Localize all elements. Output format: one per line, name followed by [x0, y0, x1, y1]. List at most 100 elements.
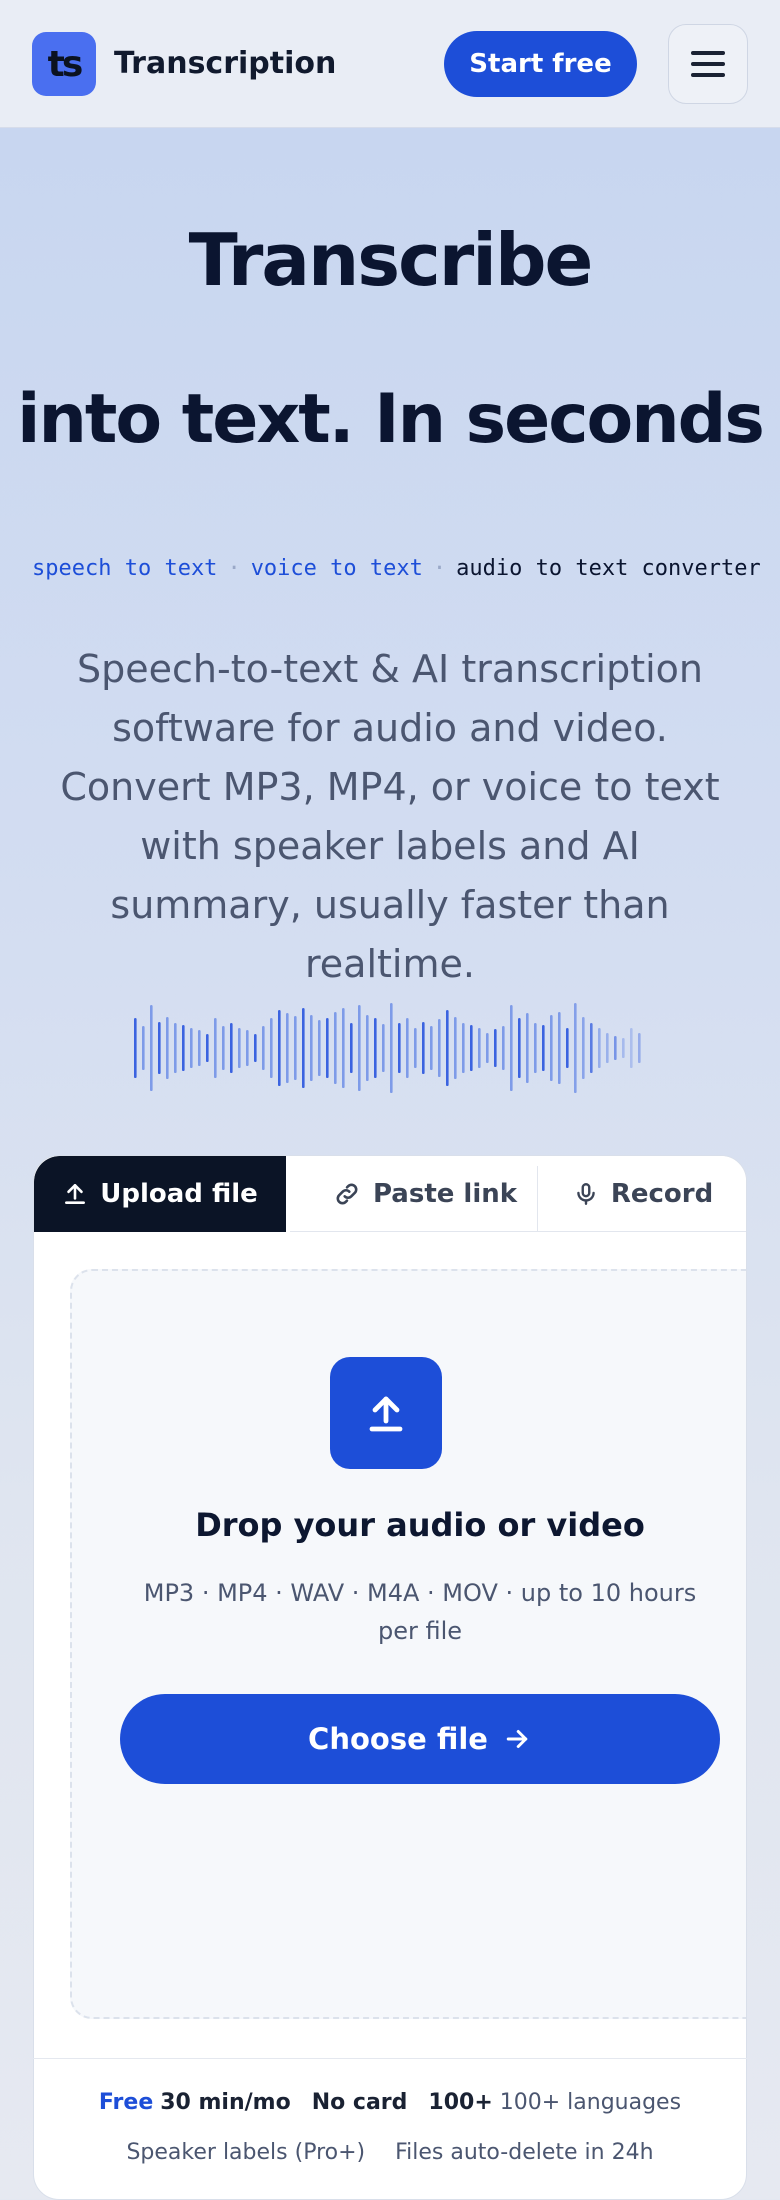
- feature-meta-row: Speaker labels (Pro+) Files auto-delete …: [33, 2140, 747, 2165]
- waveform-bar: [294, 1016, 297, 1080]
- tab-paste-link[interactable]: Paste link: [290, 1156, 560, 1232]
- waveform-bar: [262, 1026, 265, 1070]
- link-icon: [336, 1183, 358, 1204]
- waveform-graphic: [134, 1003, 641, 1093]
- waveform-bar: [542, 1025, 545, 1071]
- logo-icon[interactable]: ts: [32, 32, 96, 96]
- brand-name[interactable]: Transcription: [114, 46, 336, 81]
- waveform-bar: [166, 1017, 169, 1079]
- waveform-bar: [638, 1033, 641, 1063]
- plan-meta-row: Free 30 min/mo No card 100+ 100+ languag…: [33, 2090, 747, 2115]
- waveform-bar: [534, 1023, 537, 1073]
- waveform-bar: [350, 1023, 353, 1073]
- waveform-bar: [310, 1015, 313, 1081]
- waveform-bar: [470, 1025, 473, 1071]
- waveform-bar: [486, 1033, 489, 1063]
- waveform-bar: [374, 1018, 377, 1078]
- upload-icon: [65, 1184, 86, 1204]
- waveform-bar: [398, 1023, 401, 1073]
- tab-label: Upload file: [100, 1179, 258, 1209]
- waveform-bar: [238, 1028, 241, 1068]
- waveform-bar: [158, 1022, 161, 1074]
- waveform-bar: [206, 1034, 209, 1062]
- card-divider: [33, 2058, 747, 2059]
- keyword-separator: ·: [432, 556, 447, 581]
- start-free-button[interactable]: Start free: [444, 31, 637, 97]
- waveform-bar: [406, 1018, 409, 1078]
- waveform-bar: [630, 1028, 633, 1068]
- hero-title-line2: into text. In seconds: [17, 380, 765, 459]
- upload-card: Upload file Paste link Record: [33, 1155, 747, 2200]
- waveform-bar: [182, 1025, 185, 1071]
- choose-file-button[interactable]: Choose file: [120, 1694, 720, 1784]
- waveform-bar: [550, 1015, 553, 1081]
- waveform-bar: [214, 1018, 217, 1078]
- dropzone-title: Drop your audio or video: [195, 1506, 645, 1544]
- waveform-bar: [430, 1026, 433, 1070]
- waveform-bar: [390, 1003, 393, 1093]
- hamburger-menu-icon[interactable]: [668, 24, 748, 104]
- waveform-bar: [582, 1017, 585, 1079]
- waveform-bar: [302, 1008, 305, 1088]
- waveform-bar: [150, 1005, 153, 1091]
- waveform-bar: [558, 1012, 561, 1084]
- keyword-strip: speech to text · voice to text · audio to te…: [32, 556, 780, 581]
- waveform-bar: [222, 1026, 225, 1070]
- waveform-bar: [438, 1019, 441, 1077]
- dropzone-formats: MP3 · MP4 · WAV · M4A · MOV · up to 10 h…: [143, 1579, 697, 1645]
- waveform-bar: [326, 1018, 329, 1078]
- waveform-bar: [190, 1028, 193, 1068]
- upload-arrow-icon: [330, 1357, 442, 1469]
- waveform-bar: [606, 1033, 609, 1063]
- waveform-bar: [446, 1010, 449, 1086]
- waveform-bar: [502, 1026, 505, 1070]
- hero-subtitle: Speech-to-text & AI transcription softwa…: [60, 647, 720, 986]
- waveform-bar: [478, 1028, 481, 1068]
- waveform-bar: [414, 1028, 417, 1068]
- waveform-bar: [462, 1023, 465, 1073]
- waveform-bar: [270, 1018, 273, 1078]
- languages-text: 100+ languages: [499, 2090, 682, 2115]
- languages-count: 100+: [428, 2090, 493, 2115]
- waveform-bar: [366, 1015, 369, 1081]
- waveform-bar: [526, 1013, 529, 1083]
- tab-label: Record: [610, 1178, 714, 1209]
- waveform-bar: [134, 1018, 137, 1078]
- tab-label: Paste link: [372, 1178, 518, 1209]
- waveform-bar: [614, 1036, 617, 1060]
- waveform-bar: [566, 1028, 569, 1068]
- arrow-right-icon: [506, 1730, 528, 1748]
- waveform-bar: [278, 1010, 281, 1086]
- choose-file-label: Choose file: [308, 1722, 488, 1756]
- waveform-bar: [494, 1029, 497, 1067]
- waveform-bar: [142, 1026, 145, 1070]
- keyword-item: audio to text converter: [456, 556, 761, 581]
- free-label: Free: [98, 2090, 154, 2115]
- waveform-bar: [286, 1013, 289, 1083]
- waveform-bar: [382, 1024, 385, 1072]
- keyword-item: speech to text: [32, 556, 218, 581]
- waveform-bar: [422, 1022, 425, 1074]
- waveform-bar: [598, 1028, 601, 1068]
- free-minutes: 30 min/mo: [160, 2090, 291, 2115]
- keyword-item: voice to text: [250, 556, 423, 581]
- auto-delete-text: Files auto-delete in 24h: [395, 2140, 654, 2165]
- waveform-bar: [590, 1023, 593, 1073]
- waveform-bar: [230, 1023, 233, 1073]
- no-card-label: No card: [311, 2090, 408, 2115]
- input-tabs: Upload file Paste link Record: [34, 1156, 746, 1232]
- hero-title-line1: Transcribe: [188, 218, 594, 302]
- waveform-bar: [454, 1017, 457, 1079]
- waveform-bar: [254, 1034, 257, 1062]
- site-header: ts Transcription Start free: [0, 0, 780, 128]
- speaker-labels-text: Speaker labels (Pro+): [126, 2140, 366, 2165]
- tab-upload-file[interactable]: Upload file: [34, 1156, 286, 1232]
- waveform-bar: [510, 1005, 513, 1091]
- waveform-bar: [518, 1018, 521, 1078]
- waveform-bar: [342, 1008, 345, 1088]
- tab-record[interactable]: Record: [538, 1156, 746, 1232]
- microphone-icon: [577, 1182, 595, 1205]
- waveform-bar: [198, 1030, 201, 1066]
- waveform-bar: [174, 1023, 177, 1073]
- waveform-bar: [318, 1020, 321, 1076]
